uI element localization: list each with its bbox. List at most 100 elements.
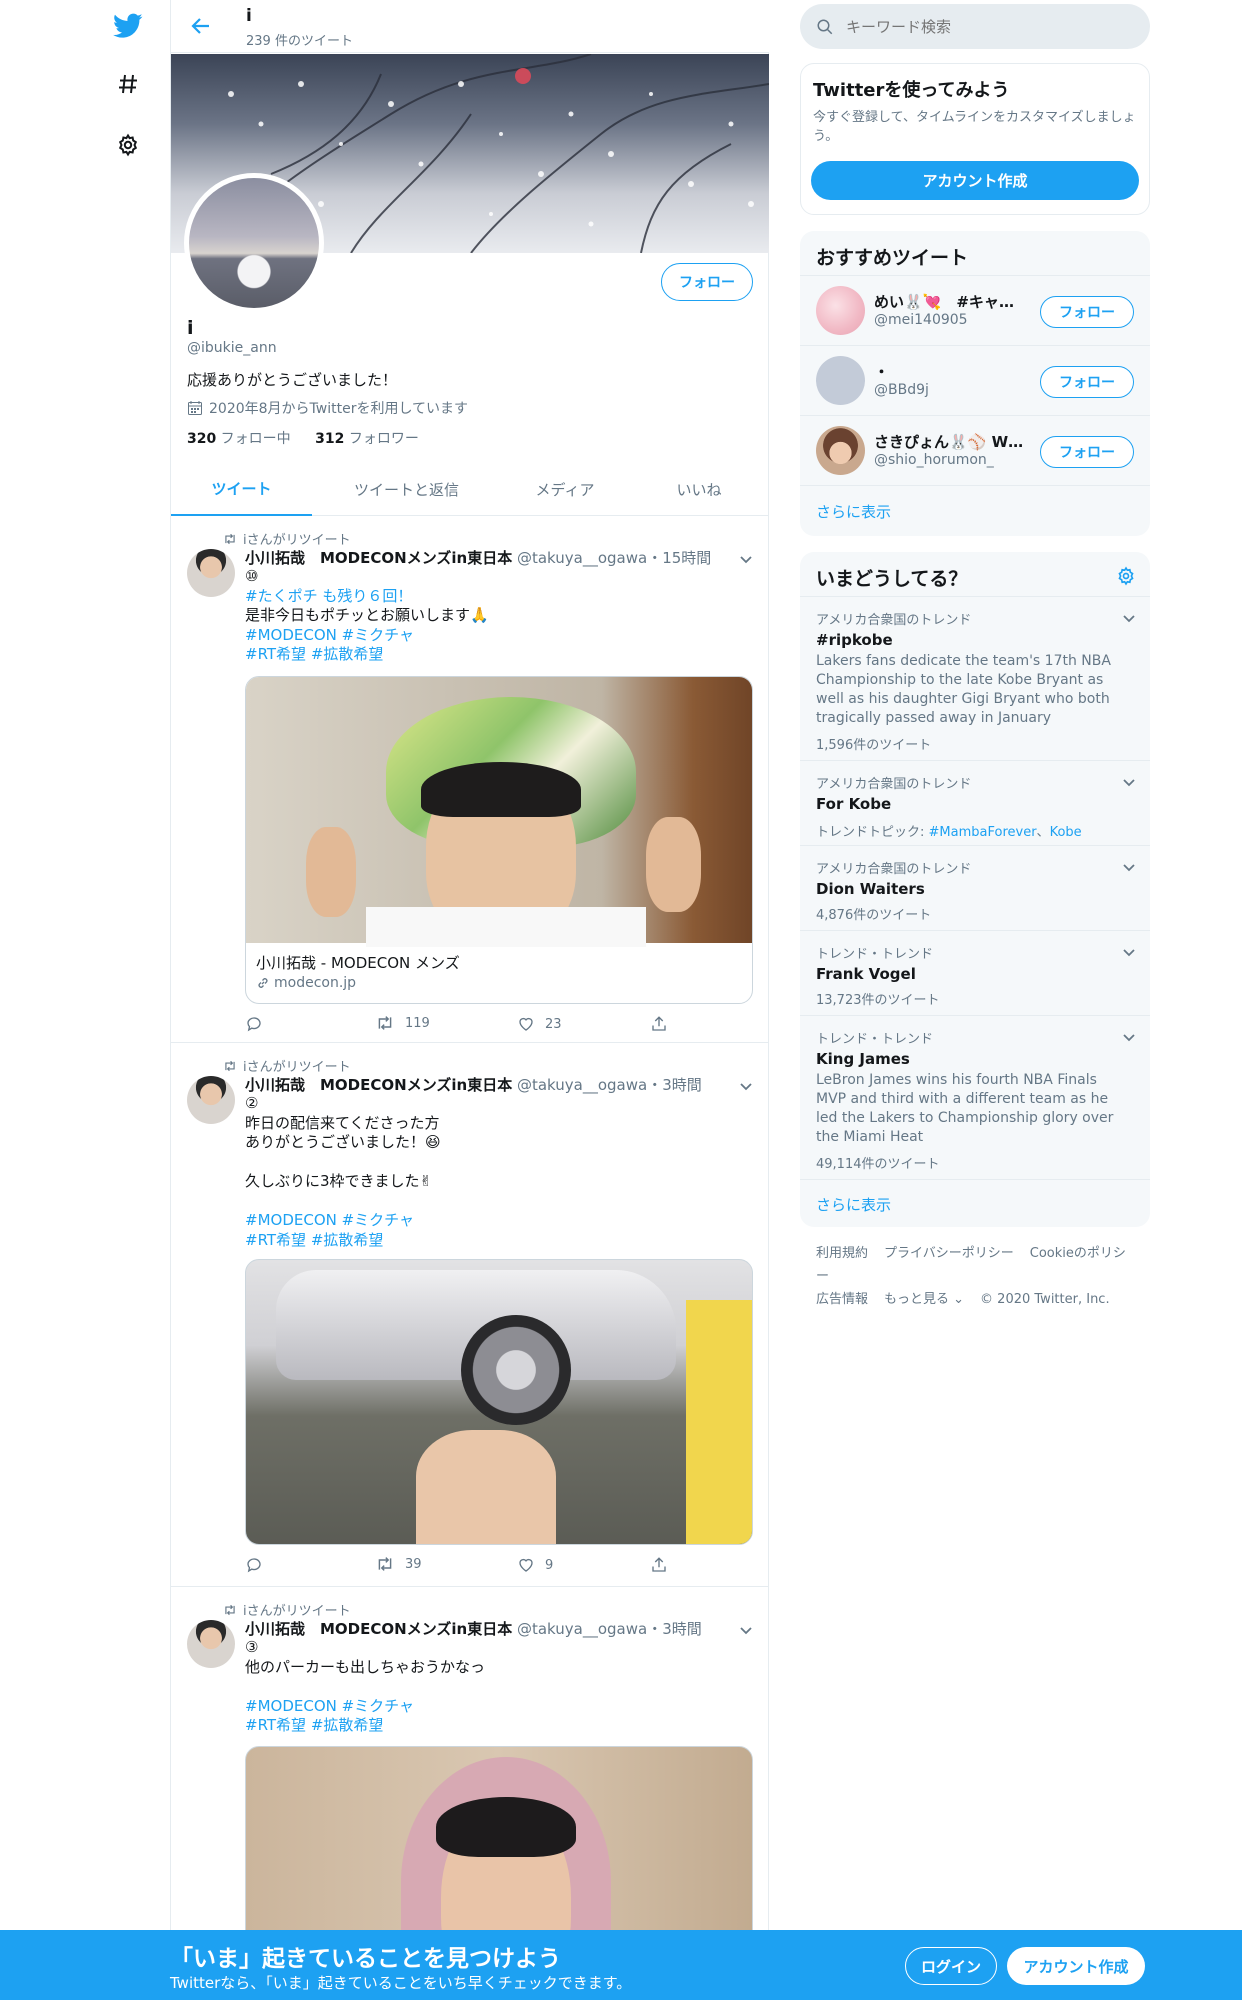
search-bar[interactable]	[800, 4, 1150, 49]
trend-topic-link[interactable]: #MambaForever	[929, 825, 1037, 840]
share-button[interactable]	[650, 1015, 668, 1033]
tweet-hashtags[interactable]: #MODECON #ミクチャ	[245, 626, 753, 646]
twitter-logo-icon[interactable]	[112, 10, 144, 42]
user-avatar[interactable]	[816, 286, 865, 335]
retweet-button[interactable]: 39	[375, 1556, 422, 1572]
trend-item[interactable]: アメリカ合衆国のトレンド Dion Waiters 4,876件のツイート	[800, 845, 1150, 930]
chevron-down-icon[interactable]	[1122, 858, 1136, 877]
heart-icon	[519, 1558, 533, 1572]
tweet-hashtags[interactable]: #RT希望 #拡散希望	[245, 1231, 753, 1251]
footer-ads-link[interactable]: 広告情報	[816, 1292, 868, 1307]
chevron-down-icon[interactable]	[1122, 609, 1136, 628]
trend-item[interactable]: トレンド・トレンド King James LeBron James wins h…	[800, 1015, 1150, 1179]
tweet-author[interactable]: 小川拓哉 MODECONメンズin東日本 @takuya__ogawa・3時間	[245, 1618, 702, 1639]
tab-tweets[interactable]: ツイート	[171, 463, 312, 516]
tweet-author-avatar[interactable]	[187, 1076, 235, 1124]
retweet-icon	[225, 533, 235, 544]
trend-item[interactable]: アメリカ合衆国のトレンド #ripkobe Lakers fans dedica…	[800, 596, 1150, 760]
user-handle: @BBd9j	[874, 382, 929, 398]
follow-button[interactable]: フォロー	[1040, 296, 1134, 328]
user-name: さきぴょん🐰⚾ WE…	[874, 433, 1024, 451]
tweet-line: 昨日の配信来てくださった方	[245, 1113, 440, 1132]
tweet-author[interactable]: 小川拓哉 MODECONメンズin東日本 @takuya__ogawa・3時間	[245, 1074, 702, 1095]
tweet-author[interactable]: 小川拓哉 MODECONメンズin東日本 @takuya__ogawa・15時間	[245, 547, 711, 568]
chevron-down-icon[interactable]	[1122, 943, 1136, 962]
yellow-background-shape	[686, 1300, 752, 1544]
profile-handle: @ibukie_ann	[187, 340, 277, 356]
tweet-photo[interactable]	[245, 1259, 753, 1545]
join-date-text: 2020年8月からTwitterを利用しています	[209, 401, 469, 417]
prompt-subtitle: Twitterなら、「いま」起きていることをいち早くチェックできます。	[170, 1974, 632, 1992]
chevron-down-icon[interactable]	[1122, 773, 1136, 792]
tab-tweets-and-replies[interactable]: ツイートと返信	[312, 463, 501, 516]
chevron-down-icon[interactable]	[1122, 1028, 1136, 1047]
tab-likes[interactable]: いいね	[629, 463, 769, 516]
reply-button[interactable]	[245, 1556, 263, 1574]
follow-button[interactable]: フォロー	[1040, 366, 1134, 398]
signup-button[interactable]: アカウント作成	[1007, 1947, 1145, 1985]
reply-button[interactable]	[245, 1015, 263, 1033]
trend-title: For Kobe	[816, 795, 892, 813]
trends-settings-icon[interactable]	[1116, 566, 1136, 590]
footer-copyright: © 2020 Twitter, Inc.	[980, 1292, 1110, 1307]
tweet-line-hashtag[interactable]: #たくポチ も残り６回！	[245, 587, 753, 607]
recommended-user[interactable]: さきぴょん🐰⚾ WE… @shio_horumon_ フォロー	[800, 415, 1150, 485]
link-card[interactable]: 小川拓哉 - MODECON メンズ modecon.jp	[245, 676, 753, 1004]
trend-context: トレンド・トレンド	[816, 1032, 934, 1047]
hand-shape	[306, 827, 356, 917]
user-avatar[interactable]	[816, 356, 865, 405]
link-card-domain: modecon.jp	[274, 975, 357, 991]
tweet[interactable]: iさんがリツイート 小川拓哉 MODECONメンズin東日本 @takuya__…	[171, 517, 769, 1043]
user-avatar[interactable]	[816, 426, 865, 475]
following-stat[interactable]: 320 フォロー中	[187, 431, 291, 447]
tab-media[interactable]: メディア	[501, 463, 629, 516]
retweet-context-label: iさんがリツイート	[243, 1604, 351, 1619]
tweet-hashtags[interactable]: #MODECON #ミクチャ	[245, 1697, 753, 1717]
followers-stat[interactable]: 312 フォロワー	[315, 431, 419, 447]
like-button[interactable]: 23	[517, 1015, 562, 1033]
tweet-line: ありがとうございました！😆	[245, 1133, 441, 1151]
explore-hashtag-icon[interactable]	[112, 68, 144, 100]
recommended-user[interactable]: ・ @BBd9j フォロー	[800, 345, 1150, 415]
retweet-icon	[378, 1016, 392, 1030]
retweet-context: iさんがリツイート	[223, 1600, 351, 1619]
search-input[interactable]	[846, 17, 1106, 36]
link-card-title: 小川拓哉 - MODECON メンズ	[256, 954, 460, 972]
recommended-user[interactable]: めい🐰💘 #キャン… @mei140905 フォロー	[800, 275, 1150, 345]
profile-name: i	[187, 317, 194, 339]
show-more-link[interactable]: さらに表示	[800, 1179, 1150, 1227]
signup-card: Twitterを使ってみよう 今すぐ登録して、タイムラインをカスタマイズしましょ…	[800, 63, 1150, 215]
settings-gear-icon[interactable]	[112, 129, 144, 161]
back-arrow-icon[interactable]	[189, 14, 215, 40]
trend-item[interactable]: アメリカ合衆国のトレンド For Kobe トレンドトピック: #MambaFo…	[800, 760, 1150, 845]
trend-title: #ripkobe	[816, 631, 893, 649]
show-more-link[interactable]: さらに表示	[800, 485, 1150, 536]
follow-button[interactable]: フォロー	[661, 263, 753, 301]
tweet-author-avatar[interactable]	[187, 1620, 235, 1668]
share-button[interactable]	[650, 1556, 668, 1574]
profile-stats: 320 フォロー中 312 フォロワー	[187, 428, 419, 448]
header-tweet-count: 239 件のツイート	[246, 34, 353, 49]
trend-topic-link[interactable]: Kobe	[1050, 825, 1082, 840]
tweet-author-avatar[interactable]	[187, 549, 235, 597]
follow-button[interactable]: フォロー	[1040, 436, 1134, 468]
profile-avatar[interactable]	[184, 173, 324, 313]
shirt-shape	[366, 907, 646, 947]
tweet-hashtags[interactable]: #RT希望 #拡散希望	[245, 645, 753, 665]
footer-privacy-link[interactable]: プライバシーポリシー	[884, 1246, 1014, 1261]
tweet[interactable]: iさんがリツイート 小川拓哉 MODECONメンズin東日本 @takuya__…	[171, 1044, 769, 1587]
retweet-context-label: iさんがリツイート	[243, 533, 351, 548]
footer-more-link[interactable]: もっと見る ⌄	[884, 1292, 964, 1307]
tweet-hashtags[interactable]: #RT希望 #拡散希望	[245, 1716, 753, 1736]
like-button[interactable]: 9	[517, 1556, 553, 1574]
trends-card: いまどうしてる？ アメリカ合衆国のトレンド #ripkobe Lakers fa…	[800, 552, 1150, 1227]
neck-shape	[416, 1430, 556, 1544]
retweet-button[interactable]: 119	[375, 1015, 430, 1031]
footer-terms-link[interactable]: 利用規約	[816, 1246, 868, 1261]
tweet-hashtags[interactable]: #MODECON #ミクチャ	[245, 1211, 753, 1231]
tweet-line: ③	[245, 1638, 259, 1656]
create-account-button[interactable]: アカウント作成	[811, 161, 1139, 200]
profile-tabs: ツイート ツイートと返信 メディア いいね	[171, 463, 769, 516]
trend-item[interactable]: トレンド・トレンド Frank Vogel 13,723件のツイート	[800, 930, 1150, 1015]
login-button[interactable]: ログイン	[905, 1947, 997, 1985]
